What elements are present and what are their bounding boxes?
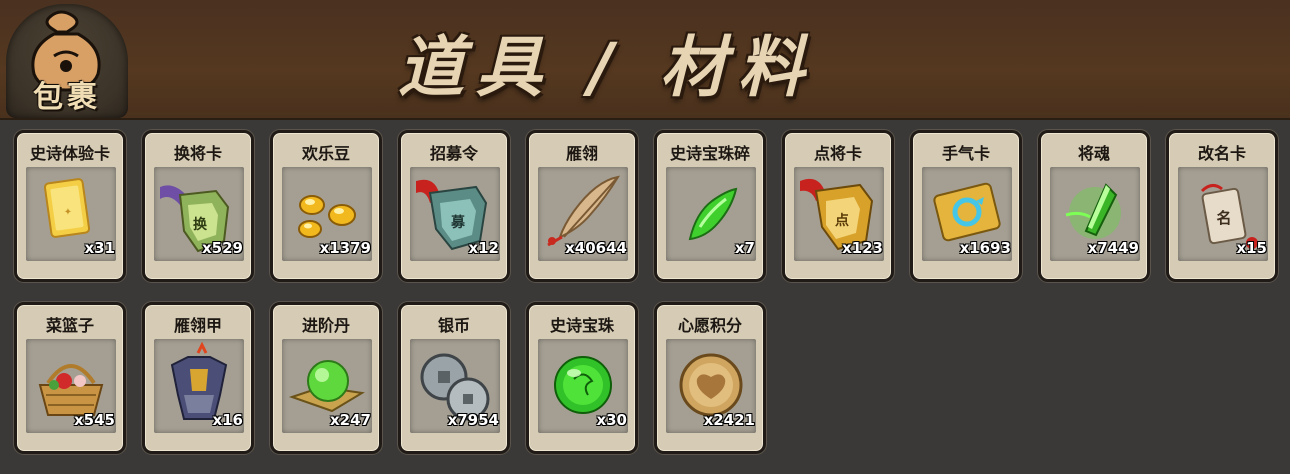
item-count: x7954 xyxy=(447,411,499,429)
item-count: x12 xyxy=(468,239,499,257)
bag-label: 包裹 xyxy=(33,80,101,115)
bag-button[interactable]: 包裹 xyxy=(6,4,128,118)
item-name: 进阶丹 xyxy=(301,316,350,335)
inventory-item[interactable]: 手气卡 x1693 xyxy=(910,130,1022,282)
svg-text:点: 点 xyxy=(835,212,849,229)
inventory-item[interactable]: 雁翎 x40644 xyxy=(526,130,638,282)
item-count: x30 xyxy=(596,411,627,429)
inventory-item[interactable]: 史诗宝珠 x30 xyxy=(526,302,638,454)
item-count: x1379 xyxy=(319,239,371,257)
inventory-item[interactable]: 改名卡 名 x15 xyxy=(1166,130,1278,282)
item-name: 招募令 xyxy=(429,144,478,163)
page-title: 道具 / 材料 xyxy=(398,29,817,106)
item-name: 银币 xyxy=(437,316,470,335)
svg-text:换: 换 xyxy=(193,216,208,233)
item-name: 雁翎 xyxy=(565,144,598,163)
item-name: 心愿积分 xyxy=(677,316,742,335)
item-count: x1693 xyxy=(959,239,1011,257)
item-count: x7449 xyxy=(1087,239,1139,257)
item-count: x529 xyxy=(202,239,243,257)
inventory-item[interactable]: 将魂 x7449 xyxy=(1038,130,1150,282)
inventory-item[interactable]: 进阶丹 x247 xyxy=(270,302,382,454)
item-name: 史诗宝珠 xyxy=(549,316,614,335)
item-count: x2421 xyxy=(703,411,755,429)
inventory-item[interactable]: 招募令 募 x12 xyxy=(398,130,510,282)
svg-text:募: 募 xyxy=(450,214,466,231)
item-name: 欢乐豆 xyxy=(301,144,350,163)
item-name: 点将卡 xyxy=(813,144,862,163)
item-name: 改名卡 xyxy=(1197,144,1246,163)
header-bar: 包裹 道具 / 材料 xyxy=(0,0,1290,120)
inventory-item[interactable]: 欢乐豆 x1379 xyxy=(270,130,382,282)
inventory-item[interactable]: 银币 x7954 xyxy=(398,302,510,454)
item-name: 换将卡 xyxy=(173,144,222,163)
inventory-item[interactable]: 换将卡 换 x529 xyxy=(142,130,254,282)
item-count: x31 xyxy=(84,239,115,257)
inventory-item[interactable]: 菜篮子 x545 xyxy=(14,302,126,454)
inventory-item[interactable]: 心愿积分 x2421 xyxy=(654,302,766,454)
item-name: 史诗宝珠碎 xyxy=(669,144,750,163)
item-name: 菜篮子 xyxy=(45,316,94,335)
item-count: x123 xyxy=(842,239,883,257)
item-count: x15 xyxy=(1236,239,1267,257)
inventory-item[interactable]: 史诗宝珠碎 x7 xyxy=(654,130,766,282)
inventory-item[interactable]: 雁翎甲 x16 xyxy=(142,302,254,454)
inventory-item[interactable]: 史诗体验卡 ✦ x31 xyxy=(14,130,126,282)
svg-text:名: 名 xyxy=(1216,209,1231,227)
svg-text:✦: ✦ xyxy=(64,207,72,218)
item-count: x247 xyxy=(330,411,371,429)
item-count: x40644 xyxy=(565,239,627,257)
item-name: 史诗体验卡 xyxy=(29,144,110,163)
inventory-item[interactable]: 点将卡 点 x123 xyxy=(782,130,894,282)
item-count: x7 xyxy=(734,239,755,257)
item-name: 雁翎甲 xyxy=(173,316,222,335)
item-count: x545 xyxy=(74,411,115,429)
item-name: 手气卡 xyxy=(941,144,990,163)
item-name: 将魂 xyxy=(1077,144,1110,163)
item-count: x16 xyxy=(212,411,243,429)
